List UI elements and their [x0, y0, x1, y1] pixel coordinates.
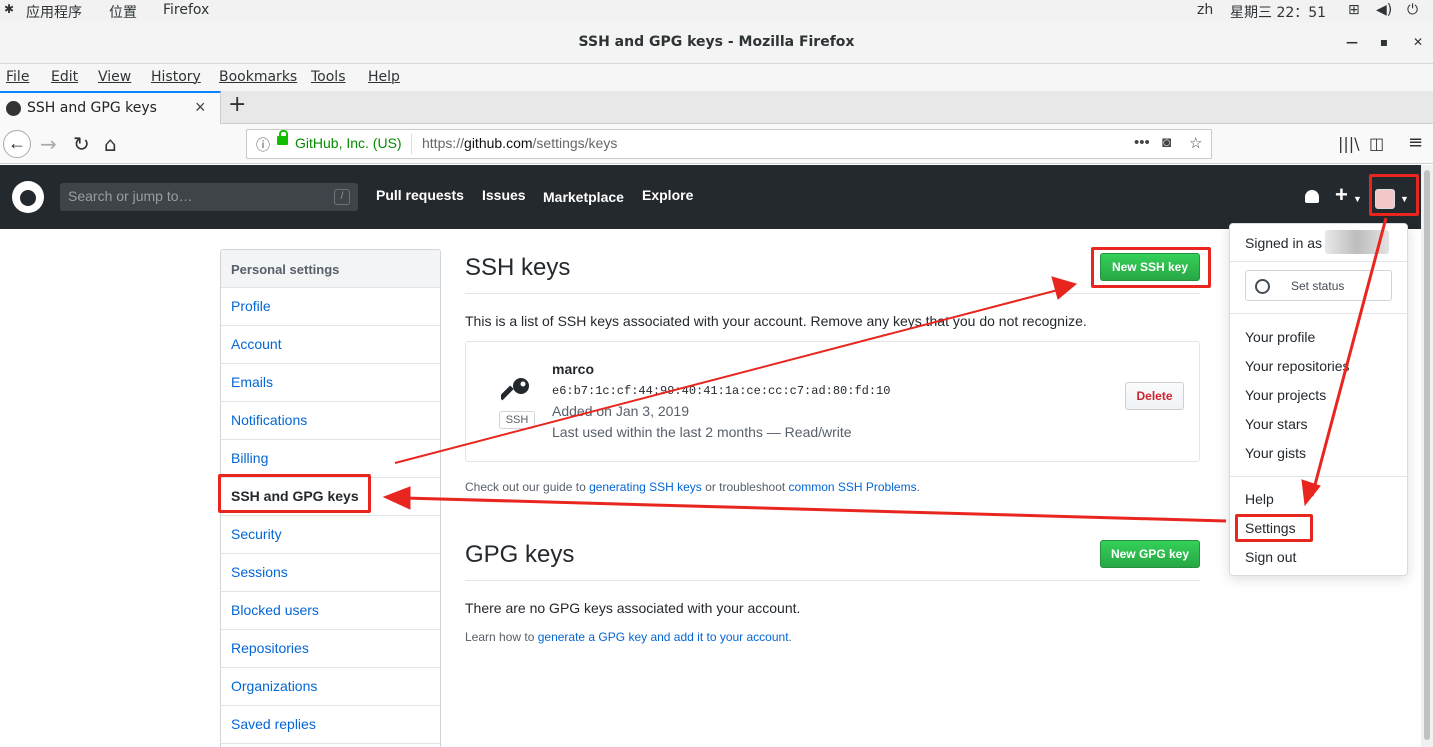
arrow-sidebar-to-new-key	[394, 289, 1059, 464]
arrowhead-settings	[1301, 479, 1321, 507]
arrow-settings-to-sidebar	[403, 496, 1227, 523]
arrowhead-sidebar	[382, 486, 411, 510]
annotation-arrows	[382, 217, 1388, 523]
arrow-avatar-to-settings	[1310, 217, 1388, 497]
arrowhead-new-key	[1051, 276, 1078, 300]
